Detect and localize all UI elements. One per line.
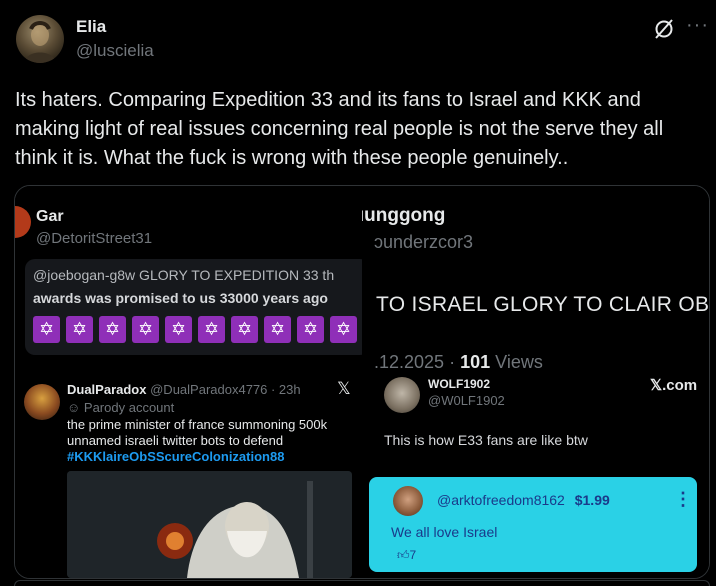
wolf-name: WOLF1902 [428, 377, 491, 391]
xcom-label: 𝕏.com [650, 377, 698, 394]
thumbs-up-icon: 👍︎ [397, 548, 410, 562]
post2-image [67, 471, 352, 578]
dualparadox-avatar [24, 384, 60, 420]
embedded-comment: @arktofreedom8162 $1.99 ⋮ We all love Is… [369, 477, 697, 572]
post2-text2: unnamed israeli twitter bots to defend [67, 433, 284, 448]
post2-hashtag[interactable]: #KKKlaireObSScureColonization88 [67, 449, 327, 465]
views-count: 101 [460, 352, 491, 372]
post2-text1: the prime minister of france summoning 5… [67, 417, 328, 432]
star-badge: ✡ [33, 316, 60, 343]
next-card-edge [14, 580, 710, 586]
quote-line1: @joebogan-g8w GLORY TO EXPEDITION 33 th [33, 267, 335, 283]
more-icon[interactable]: ··· [686, 14, 709, 37]
parody-icon: ☺ [67, 400, 81, 415]
top-name: X.cɑunggong [362, 205, 446, 226]
wolf-caption: This is how E33 fans are like btw [384, 432, 588, 448]
parody-label: Parody account [83, 400, 175, 415]
star-badge: ✡ [99, 316, 126, 343]
media-left-panel[interactable]: Gar @DetoritStreet31 @joebogan-g8w GLORY… [15, 186, 362, 578]
comment-handle: @arktofreedom8162 [437, 492, 565, 508]
star-badge: ✡ [66, 316, 93, 343]
views-label: Views [495, 352, 543, 372]
gar-avatar [15, 206, 31, 238]
post2-name: DualParadox [67, 382, 147, 397]
comment-more-icon: ⋮ [674, 489, 692, 509]
star-badge: ✡ [165, 316, 192, 343]
comment-avatar [393, 486, 423, 516]
comment-text: We all love Israel [391, 524, 498, 540]
star-badge: ✡ [264, 316, 291, 343]
post-date: .12.2025 [374, 352, 445, 372]
tweet-text: Its haters. Comparing Expedition 33 and … [15, 89, 664, 169]
top-handle: ᴐunderzcor3 [374, 232, 474, 252]
wolf-handle: @W0LF1902 [428, 393, 505, 408]
quote-line2: awards was promised to us 33000 years ag… [33, 290, 328, 306]
avatar-image [24, 21, 56, 63]
gar-handle: @DetoritStreet31 [36, 230, 153, 247]
star-badge: ✡ [231, 316, 258, 343]
author-handle[interactable]: @luscielia [76, 41, 154, 61]
comment-likes: 7 [409, 548, 417, 562]
wolf-avatar [384, 377, 420, 413]
comment-price: $1.99 [574, 492, 610, 508]
star-badge: ✡ [198, 316, 225, 343]
quoted-comment: @joebogan-g8w GLORY TO EXPEDITION 33 th … [25, 259, 362, 355]
wizard-image [67, 471, 352, 578]
star-badge: ✡ [297, 316, 324, 343]
star-badges: ✡ ✡ ✡ ✡ ✡ ✡ ✡ ✡ ✡ ✡ [33, 316, 362, 343]
gar-name: Gar [36, 208, 64, 225]
grok-icon[interactable] [653, 18, 675, 40]
star-badge: ✡ [330, 316, 357, 343]
star-badge: ✡ [132, 316, 159, 343]
author-name[interactable]: Elia [76, 17, 106, 37]
x-icon: 𝕏 [337, 379, 351, 398]
headline-text: TO ISRAEL GLORY TO CLAIR OBSC [376, 293, 709, 316]
author-avatar[interactable] [16, 15, 64, 63]
post2-meta: @DualParadox4776 · 23h [150, 382, 301, 397]
